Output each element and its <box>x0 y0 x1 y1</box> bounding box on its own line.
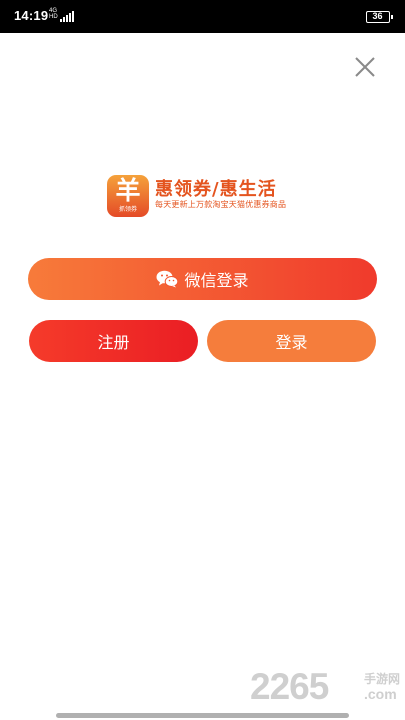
brand-slogan: 每天更新上万款淘宝天猫优惠券商品 <box>155 200 287 209</box>
register-button[interactable]: 注册 <box>29 320 198 362</box>
network-type: 4G HD <box>49 8 58 20</box>
login-label: 登录 <box>275 333 308 352</box>
wechat-login-label: 微信登录 <box>184 271 249 290</box>
battery-icon: 36 <box>366 11 393 23</box>
logo-subtext: 抓领券 <box>118 206 137 213</box>
network-sub-label: HD <box>49 14 58 20</box>
app-logo: 羊 抓领券 <box>107 175 149 217</box>
wechat-login-button[interactable]: 微信登录 <box>28 258 377 300</box>
watermark-cn: 手游网 <box>364 672 401 686</box>
signal-icon <box>60 11 74 22</box>
wechat-icon <box>156 270 179 288</box>
status-time: 14:19 <box>14 8 49 23</box>
watermark-number: 2265 <box>250 666 329 707</box>
watermark-com: .com <box>364 686 397 702</box>
register-label: 注册 <box>97 333 130 352</box>
home-indicator[interactable] <box>56 713 349 718</box>
close-icon[interactable] <box>353 55 377 79</box>
status-bar: 14:19 4G HD 36 <box>0 0 405 33</box>
battery-level: 36 <box>372 11 383 21</box>
brand-title: 惠领券/惠生活 <box>155 179 277 200</box>
logo-mark: 羊 <box>115 176 141 205</box>
login-button[interactable]: 登录 <box>207 320 376 362</box>
